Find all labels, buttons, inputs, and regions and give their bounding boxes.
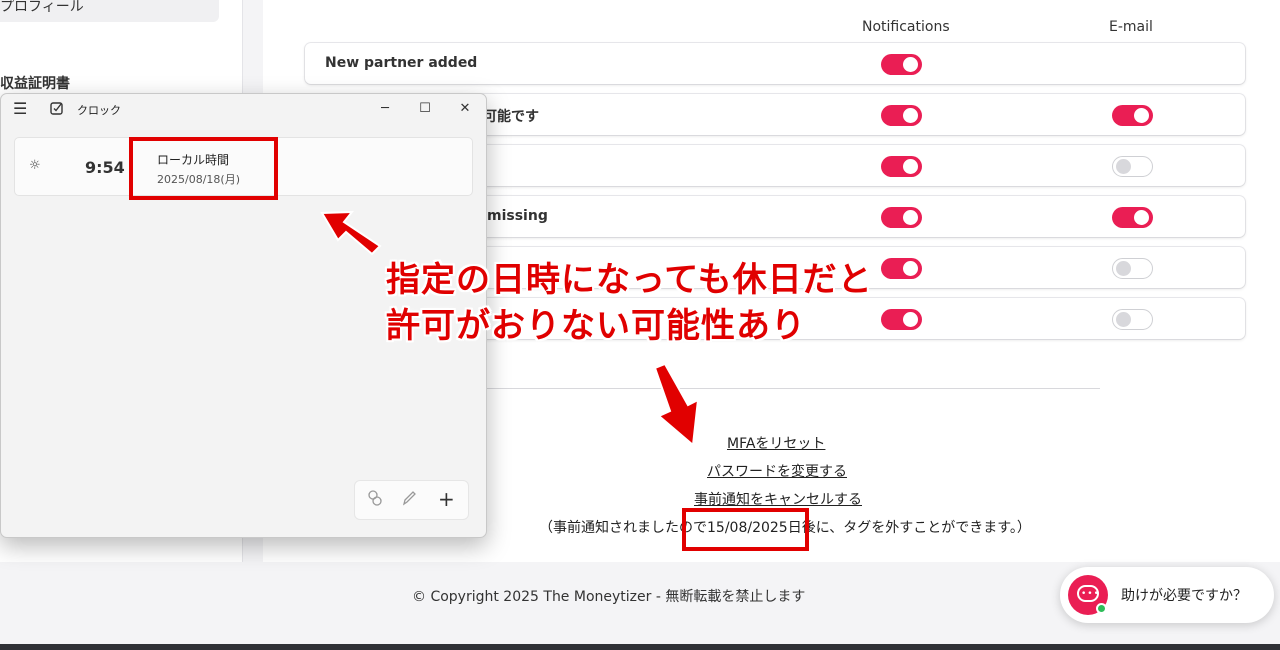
arrow-to-clock	[320, 210, 382, 256]
annotation-line: 許可がおりない可能性あり	[386, 306, 806, 346]
annotation-text: 指定の日時になっても休日だと 許可がおりない可能性あり	[386, 257, 873, 349]
arrow-to-links	[653, 362, 700, 447]
annotation-line: 指定の日時になっても休日だと	[386, 260, 873, 300]
